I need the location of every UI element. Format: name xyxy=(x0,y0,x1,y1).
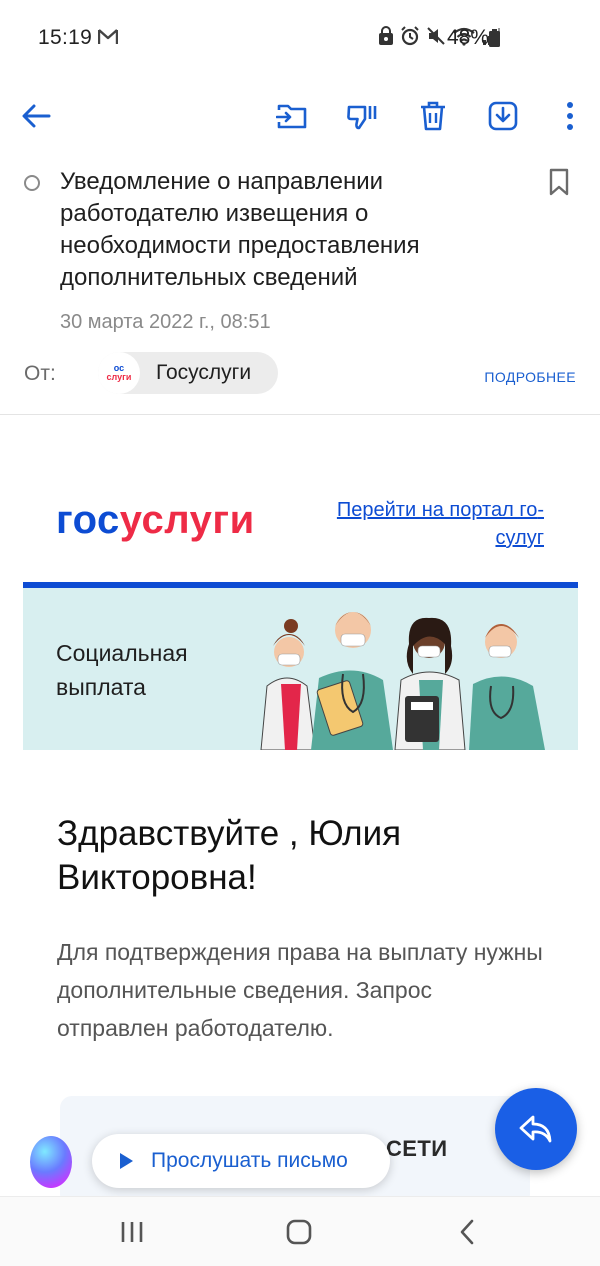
listen-label: Прослушать письмо xyxy=(151,1149,348,1172)
recents-icon xyxy=(121,1222,143,1242)
battery-percent: 48% xyxy=(447,26,490,49)
sender-avatar: ос слуги xyxy=(98,352,140,394)
alarm-icon xyxy=(401,26,419,46)
sender-chip[interactable]: ос слуги Госуслуги xyxy=(98,352,278,394)
play-icon xyxy=(120,1153,133,1169)
home-icon xyxy=(286,1219,312,1245)
system-nav-bar xyxy=(0,1196,600,1266)
medical-workers-illustration xyxy=(260,612,545,750)
home-button[interactable] xyxy=(269,1211,329,1253)
ai-assistant-icon[interactable] xyxy=(30,1136,72,1188)
greeting: Здравствуйте , Юлия Викторовна! xyxy=(57,814,402,897)
move-to-folder-icon xyxy=(276,104,307,129)
more-vert-icon xyxy=(567,102,573,130)
portal-link[interactable]: Перейти на портал го­сулуг xyxy=(312,496,544,552)
delete-button[interactable] xyxy=(411,88,455,144)
download-icon xyxy=(488,101,518,131)
unread-indicator-icon[interactable] xyxy=(24,175,40,191)
bookmark-icon[interactable] xyxy=(548,168,570,196)
spam-button[interactable] xyxy=(340,88,384,144)
status-time: 15:19 xyxy=(38,26,93,49)
system-back-button[interactable] xyxy=(437,1211,497,1253)
gmail-notification-icon xyxy=(98,29,118,44)
back-button[interactable] xyxy=(14,88,58,144)
more-button[interactable] xyxy=(548,88,592,144)
save-button[interactable] xyxy=(481,88,525,144)
from-label: От: xyxy=(24,362,56,385)
recents-button[interactable] xyxy=(102,1211,162,1253)
details-link[interactable]: ПОДРОБНЕЕ xyxy=(484,369,576,385)
listen-button[interactable]: Прослушать письмо xyxy=(92,1134,390,1188)
card-title: СЕТИ xyxy=(386,1136,448,1161)
reply-button[interactable] xyxy=(495,1088,577,1170)
email-subject: Уведомление о направлении работодателю и… xyxy=(60,168,420,291)
social-payment-banner: Социальная выплата xyxy=(23,588,578,750)
sender-name: Госуслуги xyxy=(156,361,252,384)
body-text: Для подтверждения права на выплату нужны… xyxy=(57,939,543,1041)
gosuslugi-logo: госуслуги xyxy=(56,498,255,542)
battery-icon xyxy=(489,29,500,47)
chevron-left-icon xyxy=(460,1219,474,1245)
thumbs-down-icon xyxy=(347,105,377,130)
email-date: 30 марта 2022 г., 08:51 xyxy=(60,311,271,333)
banner-text: Социальная выплата xyxy=(56,640,188,700)
move-button[interactable] xyxy=(270,88,314,144)
lock-icon xyxy=(379,26,393,45)
back-arrow-icon xyxy=(22,104,51,128)
header-divider xyxy=(0,414,600,415)
trash-icon xyxy=(421,101,445,131)
mute-icon xyxy=(427,27,445,45)
email-toolbar xyxy=(0,88,600,144)
sender-logo-bottom: слуги xyxy=(106,372,132,382)
reply-icon xyxy=(519,1115,552,1143)
status-bar: 15:19 48% xyxy=(0,0,600,76)
